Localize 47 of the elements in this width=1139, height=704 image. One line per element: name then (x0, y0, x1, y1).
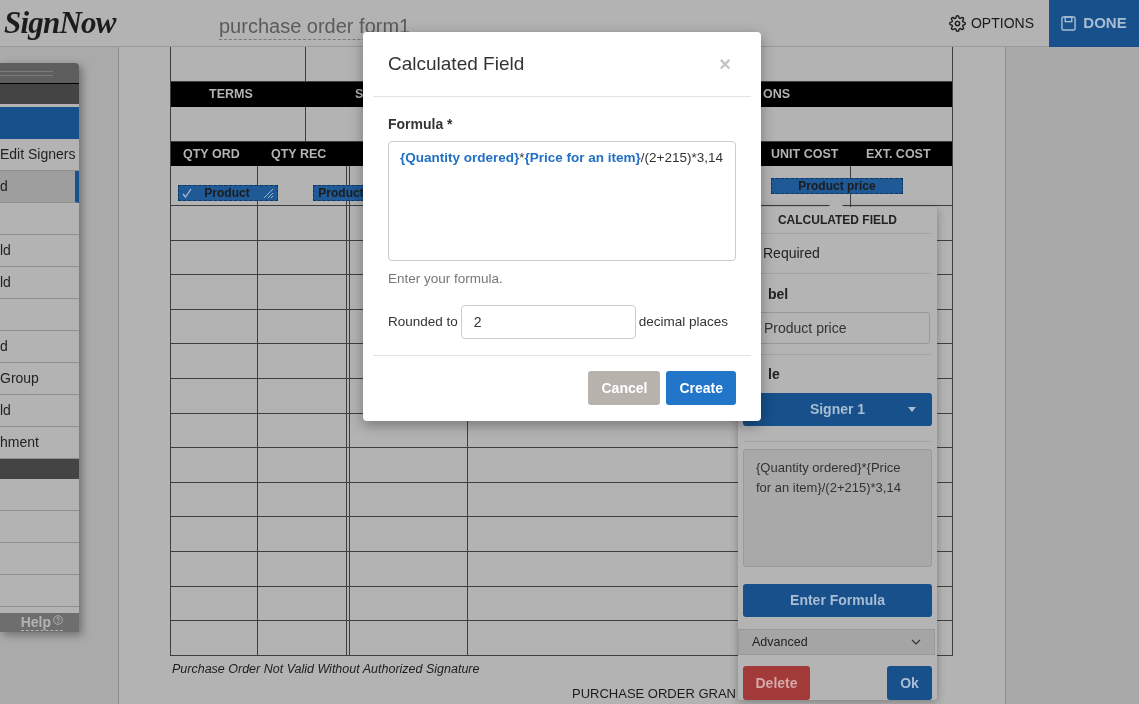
column-heading: TERMS (208, 86, 254, 104)
check-icon (182, 188, 192, 198)
advanced-toggle[interactable]: Advanced (738, 629, 935, 655)
required-label: Required (763, 244, 820, 263)
create-button[interactable]: Create (666, 371, 736, 406)
signer-dropdown[interactable]: Signer 1 (743, 393, 932, 426)
formula-input[interactable]: {Quantity ordered}*{Price for an item}/(2+215)*3,14 (388, 141, 736, 261)
settings-icon (949, 14, 966, 32)
panel-item[interactable]: d (0, 331, 79, 363)
panel-item[interactable]: ld (0, 235, 79, 267)
panel-item[interactable]: d (0, 171, 79, 203)
footer-note: Purchase Order Not Valid Without Authorized Signature (172, 660, 481, 678)
caret-icon (908, 407, 916, 412)
column-heading: ONS (763, 86, 792, 104)
dialog-title: Calculated Field (388, 51, 525, 76)
column-heading: QTY REC (271, 146, 327, 161)
rounded-label: Rounded to (388, 313, 458, 332)
enter-formula-button[interactable]: Enter Formula (743, 584, 932, 617)
panel-item[interactable]: ld (0, 395, 79, 427)
field-label: Product (203, 185, 251, 202)
formula-label: Formula * (388, 115, 454, 134)
section-title: PURCHASE ORDER GRAN (572, 685, 737, 704)
chevron-icon (911, 639, 921, 645)
field-label: Product (317, 185, 365, 202)
help-icon (53, 614, 63, 625)
label-heading: bel (768, 286, 789, 302)
column-heading: QTY ORD (183, 146, 240, 161)
logo[interactable]: SignNow (3, 0, 219, 47)
field-label: Product price (797, 178, 877, 195)
column-heading: UNIT COST (771, 146, 839, 161)
ok-button[interactable]: Ok (887, 666, 932, 700)
save-icon (1061, 15, 1077, 31)
resize-handle-icon[interactable] (262, 187, 274, 199)
panel-drag-bar[interactable] (0, 63, 79, 83)
formula-preview[interactable]: {Quantity ordered}*{Price for an item}/(2+215)*3,14 (743, 449, 932, 567)
panel-active-bar[interactable] (0, 107, 79, 139)
popover-title: CALCULATED FIELD (777, 212, 898, 229)
role-heading: le (768, 366, 780, 382)
done-button[interactable]: DONE (1049, 0, 1139, 47)
decimal-label: decimal places (638, 313, 729, 332)
formula-hint: Enter your formula. (388, 270, 504, 288)
column-heading: S (355, 86, 365, 104)
panel-item[interactable]: ld (0, 267, 79, 299)
panel-item[interactable]: Group (0, 363, 79, 395)
options-button[interactable]: OPTIONS (949, 12, 1034, 34)
column-heading: EXT. COST (866, 146, 931, 161)
decimal-input[interactable]: 2 (460, 305, 636, 340)
